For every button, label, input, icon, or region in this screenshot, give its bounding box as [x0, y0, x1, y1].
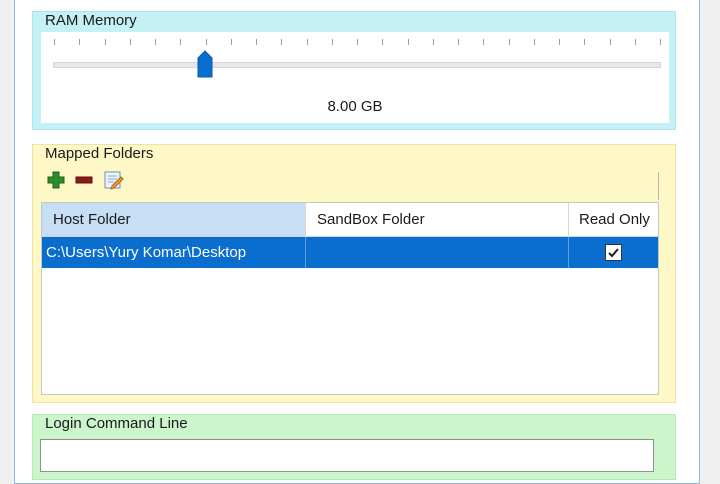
- column-host-folder[interactable]: Host Folder: [42, 203, 306, 236]
- slider-ticks: [54, 39, 661, 45]
- slider-tick: [206, 39, 207, 45]
- edit-folder-button[interactable]: [103, 169, 125, 191]
- mapped-folders-table: Host Folder SandBox Folder Read Only C:\…: [41, 202, 659, 395]
- table-header: Host Folder SandBox Folder Read Only: [42, 203, 658, 237]
- slider-tick: [130, 39, 131, 45]
- login-command-line-input[interactable]: [40, 439, 654, 472]
- slider-tick: [155, 39, 156, 45]
- slider-tick: [382, 39, 383, 45]
- slider-tick: [281, 39, 282, 45]
- slider-tick: [231, 39, 232, 45]
- mapped-folders-legend: Mapped Folders: [45, 145, 154, 162]
- add-folder-button[interactable]: [45, 169, 67, 191]
- slider-tick: [79, 39, 80, 45]
- login-command-line-legend: Login Command Line: [45, 415, 188, 432]
- slider-tick: [433, 39, 434, 45]
- slider-tick: [559, 39, 560, 45]
- checkmark-icon: [608, 248, 619, 258]
- slider-tick: [54, 39, 55, 45]
- mapped-folders-group: Mapped Folders Host Folder SandBox Folde…: [32, 144, 676, 403]
- read-only-cell[interactable]: [569, 237, 658, 268]
- ram-value-label: 8.00 GB: [327, 98, 383, 115]
- host-folder-cell[interactable]: C:\Users\Yury Komar\Desktop: [42, 237, 306, 268]
- login-command-line-group: Login Command Line: [32, 414, 676, 480]
- edit-icon: [104, 171, 124, 190]
- column-read-only[interactable]: Read Only: [569, 203, 658, 236]
- slider-tick: [584, 39, 585, 45]
- ram-slider-panel: 8.00 GB: [41, 32, 669, 123]
- plus-icon: [47, 171, 65, 189]
- slider-tick: [180, 39, 181, 45]
- slider-tick: [458, 39, 459, 45]
- slider-tick: [105, 39, 106, 45]
- slider-tick: [408, 39, 409, 45]
- remove-folder-button[interactable]: [73, 169, 95, 191]
- slider-tick: [635, 39, 636, 45]
- slider-tick: [509, 39, 510, 45]
- ram-slider-thumb[interactable]: [196, 50, 214, 78]
- sandbox-folder-cell[interactable]: [306, 237, 569, 268]
- slider-tick: [332, 39, 333, 45]
- ram-slider-track[interactable]: [53, 62, 661, 68]
- slider-tick: [534, 39, 535, 45]
- read-only-checkbox[interactable]: [605, 244, 622, 261]
- slider-tick: [256, 39, 257, 45]
- column-sandbox-folder[interactable]: SandBox Folder: [306, 203, 569, 236]
- slider-tick: [483, 39, 484, 45]
- ram-memory-legend: RAM Memory: [45, 12, 137, 29]
- minus-icon: [75, 176, 93, 184]
- ram-memory-group: RAM Memory 8.00 GB: [32, 11, 676, 130]
- toolbar-separator: [658, 172, 659, 200]
- slider-tick: [357, 39, 358, 45]
- table-row[interactable]: C:\Users\Yury Komar\Desktop: [42, 237, 658, 268]
- slider-tick: [660, 39, 661, 45]
- slider-tick: [307, 39, 308, 45]
- slider-tick: [610, 39, 611, 45]
